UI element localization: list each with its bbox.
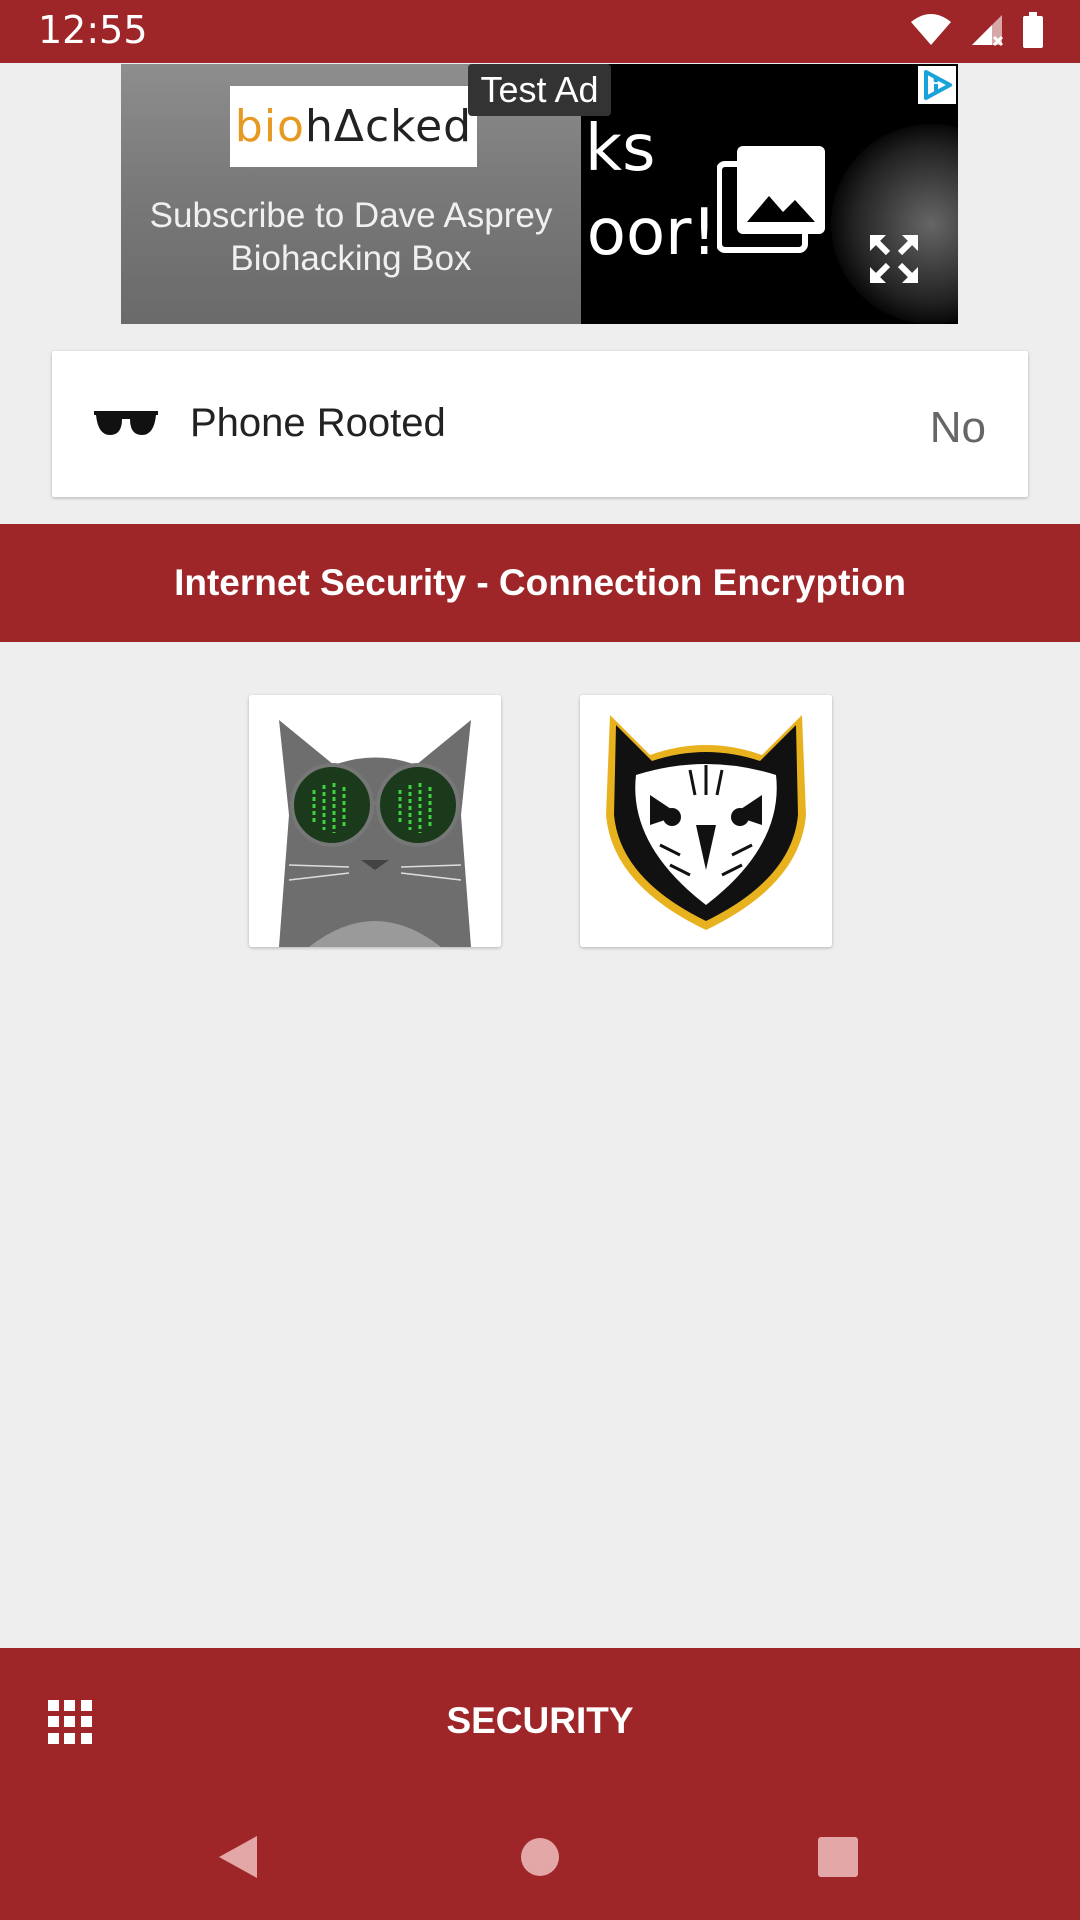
bottom-bar: SECURITY [0,1648,1080,1794]
home-icon [521,1838,559,1876]
status-time: 12:55 [38,8,148,52]
signal-icon [972,15,1004,47]
status-icons [910,12,1044,48]
recents-icon [818,1837,858,1877]
image-icon [717,146,825,253]
ad-image-text-1: ks [585,112,656,186]
status-bar: 12:55 [0,0,1080,63]
test-ad-label: Test Ad [468,64,611,116]
phone-rooted-label: Phone Rooted [190,401,446,445]
ad-choices-icon[interactable] [918,66,956,104]
bottom-bar-title: SECURITY [446,1700,634,1741]
home-button[interactable] [480,1794,600,1920]
battery-icon [1023,12,1043,48]
phone-rooted-card: Phone Rooted No [52,351,1028,497]
ad-image-text-2: loor! [581,196,718,270]
expand-icon[interactable] [866,231,922,287]
recents-button[interactable] [778,1794,898,1920]
ad-image-panel[interactable]: ks loor! [581,64,958,324]
ad-background-glow [831,124,958,324]
ad-logo: bio hΔcked [230,86,477,167]
system-nav-bar [0,1794,1080,1920]
section-header: Internet Security - Connection Encryptio… [0,524,1080,642]
phone-rooted-value: No [929,403,986,452]
owl-image[interactable] [580,695,832,947]
wifi-icon [911,14,951,45]
sunglasses-icon [94,411,158,435]
back-icon [219,1836,257,1878]
ad-subtitle: Subscribe to Dave Asprey Biohacking Box [149,196,553,278]
back-button[interactable] [178,1794,298,1920]
cat-with-glasses-image[interactable] [249,695,501,947]
